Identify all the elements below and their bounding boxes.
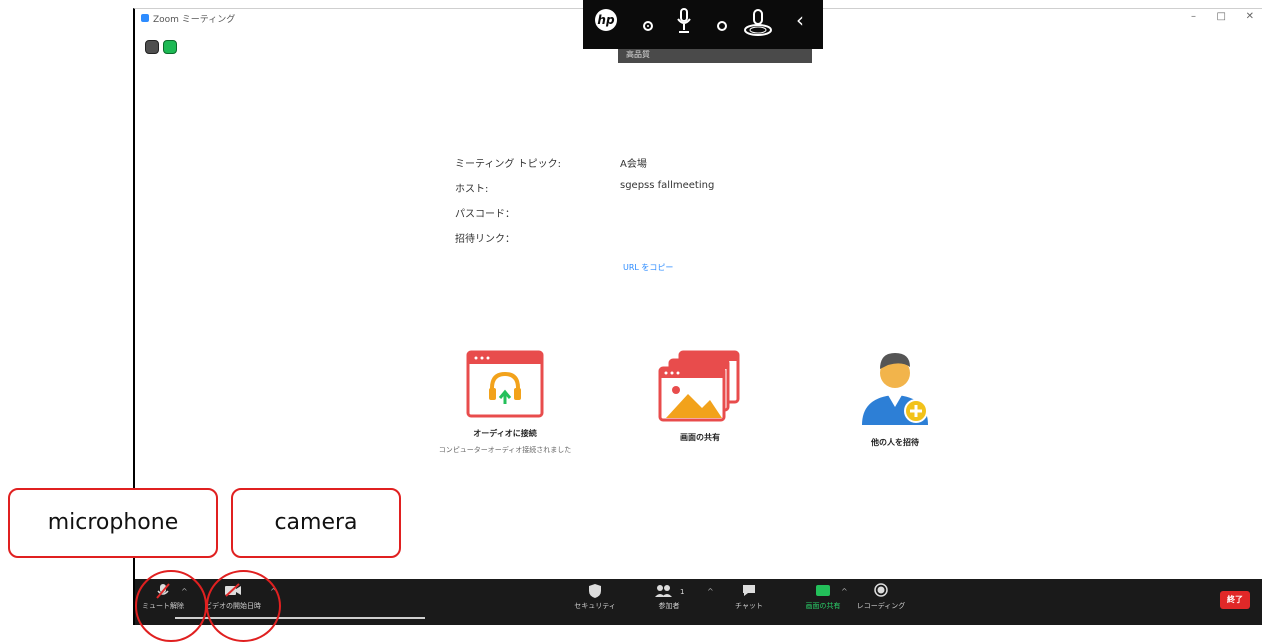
microphone-icon[interactable]	[675, 8, 693, 40]
info-row-passcode: パスコード：	[455, 205, 815, 230]
security-label: セキュリティ	[574, 602, 616, 610]
participants-options-chevron-icon[interactable]: ^	[707, 587, 714, 596]
topic-value: A会場	[620, 159, 647, 170]
audio-status-text: コンピューターオーディオ接続されました	[438, 446, 572, 454]
info-row-invite-link: 招待リンク：	[455, 230, 815, 255]
host-value: sgepss fallmeeting	[620, 180, 715, 191]
host-label: ホスト:	[455, 184, 489, 195]
share-screen-label: 画面の共有	[680, 433, 720, 442]
security-button[interactable]: セキュリティ	[567, 583, 623, 611]
hp-camera-overlay: hp ‹	[583, 0, 823, 49]
camera-highlight-circle	[206, 570, 281, 642]
participants-label: 参加者	[658, 602, 680, 610]
minimize-button[interactable]: –	[1191, 11, 1196, 22]
radio-selected-icon[interactable]	[643, 21, 653, 31]
invite-link-label: 招待リンク：	[455, 234, 515, 245]
join-audio-tile[interactable]: オーディオに接続 コンピューターオーディオ接続されました	[430, 350, 580, 456]
invite-label: 他の人を招待	[871, 438, 919, 447]
headphones-icon	[466, 350, 544, 418]
microphone-highlight-circle	[135, 570, 207, 642]
close-button[interactable]: ✕	[1246, 11, 1254, 22]
hp-logo-icon: hp	[595, 9, 617, 31]
share-screen-button-label: 画面の共有	[805, 602, 841, 610]
record-icon	[853, 583, 909, 601]
camera-callout: camera	[231, 488, 401, 558]
status-icons	[145, 36, 181, 55]
meeting-info-icon[interactable]	[145, 39, 159, 54]
invite-tile[interactable]: 他の人を招待	[820, 345, 970, 448]
chat-button[interactable]: チャット	[721, 583, 777, 611]
encryption-shield-icon[interactable]	[163, 39, 177, 54]
zoom-logo-icon	[141, 14, 149, 22]
meeting-info: ミーティング トピック: A会場 ホスト: sgepss fallmeeting…	[455, 155, 815, 255]
invite-person-icon	[862, 353, 928, 425]
end-meeting-button[interactable]: 終了	[1220, 591, 1250, 609]
record-label: レコーディング	[856, 602, 906, 610]
back-chevron-icon[interactable]: ‹	[796, 8, 804, 32]
radio-unselected-icon[interactable]	[717, 21, 727, 31]
share-options-chevron-icon[interactable]: ^	[841, 587, 848, 596]
passcode-label: パスコード：	[455, 209, 515, 220]
maximize-button[interactable]: □	[1217, 11, 1226, 22]
join-audio-label: オーディオに接続	[473, 429, 537, 438]
info-row-topic: ミーティング トピック: A会場	[455, 155, 815, 180]
shield-icon	[567, 583, 623, 601]
window-title: Zoom ミーティング	[153, 15, 236, 25]
topic-label: ミーティング トピック:	[455, 159, 561, 170]
info-row-host: ホスト: sgepss fallmeeting	[455, 180, 815, 205]
share-screen-icon	[658, 350, 740, 422]
record-button[interactable]: レコーディング	[853, 583, 909, 611]
participants-icon: 1	[641, 583, 697, 601]
copy-url-link[interactable]: URL をコピー	[623, 262, 673, 273]
conference-microphone-icon[interactable]	[743, 8, 773, 42]
chat-label: チャット	[735, 602, 763, 610]
hp-tooltip: 高品質	[618, 49, 812, 63]
chat-bubble-icon	[721, 583, 777, 601]
share-screen-tile[interactable]: 画面の共有	[625, 350, 775, 443]
microphone-callout: microphone	[8, 488, 218, 558]
participants-button[interactable]: 1 参加者	[641, 583, 697, 611]
participants-count: 1	[679, 588, 685, 596]
